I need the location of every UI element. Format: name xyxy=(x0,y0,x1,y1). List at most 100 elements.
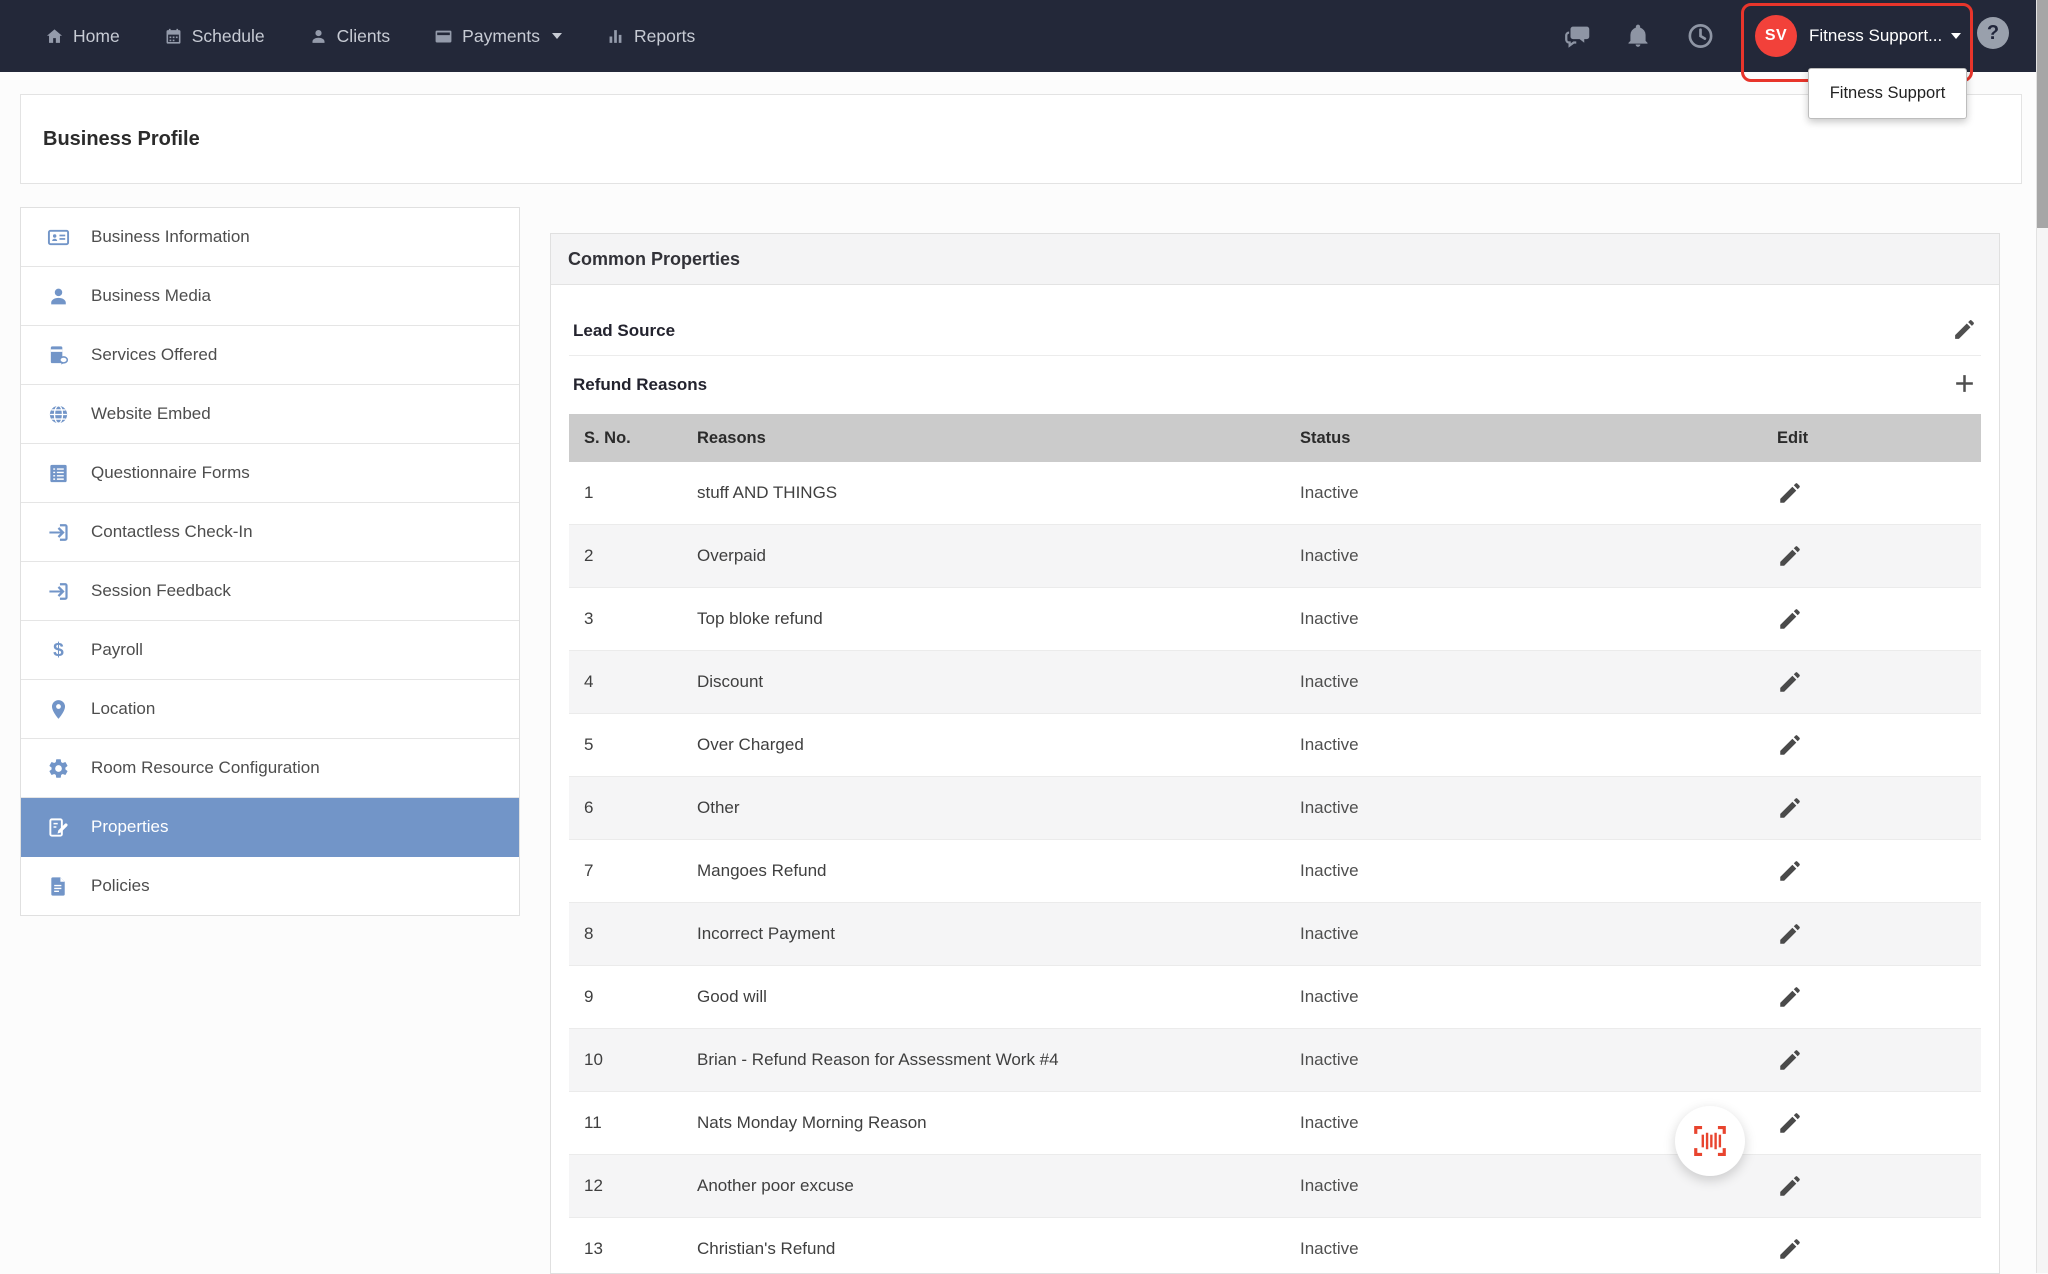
sign-in-icon xyxy=(47,521,70,544)
table-row: 4DiscountInactive xyxy=(569,651,1981,714)
table-row: 7Mangoes RefundInactive xyxy=(569,840,1981,903)
refund-reasons-label: Refund Reasons xyxy=(573,375,707,395)
sidebar-item-label: Room Resource Configuration xyxy=(91,758,320,778)
sidebar-item-properties[interactable]: Properties xyxy=(21,798,519,857)
add-refund-reason-button[interactable] xyxy=(1952,371,1977,399)
nav-schedule-label: Schedule xyxy=(192,26,265,47)
row-status: Inactive xyxy=(1300,861,1777,881)
sidebar-item-policies[interactable]: Policies xyxy=(21,857,519,915)
sidebar-item-website-embed[interactable]: Website Embed xyxy=(21,385,519,444)
sidebar-item-services-offered[interactable]: Services Offered xyxy=(21,326,519,385)
edit-row-button[interactable] xyxy=(1777,606,1803,632)
account-menu[interactable]: Fitness Support... xyxy=(1809,0,1942,72)
sidebar-item-room-resource-configuration[interactable]: Room Resource Configuration xyxy=(21,739,519,798)
pencil-icon xyxy=(1777,921,1803,947)
panel-title: Common Properties xyxy=(568,249,740,270)
svg-text:$: $ xyxy=(53,640,64,661)
chat-icon[interactable] xyxy=(1563,21,1593,51)
row-edit-cell xyxy=(1777,1110,1981,1136)
nav-schedule[interactable]: Schedule xyxy=(164,26,265,47)
row-reason: Another poor excuse xyxy=(697,1176,1300,1196)
page-title-card: Business Profile xyxy=(20,94,2022,184)
sidebar-item-payroll[interactable]: $Payroll xyxy=(21,621,519,680)
avatar[interactable]: SV xyxy=(1755,15,1797,57)
edit-row-button[interactable] xyxy=(1777,543,1803,569)
sidebar-item-label: Properties xyxy=(91,817,168,837)
nav-reports[interactable]: Reports xyxy=(606,26,695,47)
edit-row-button[interactable] xyxy=(1777,732,1803,758)
edit-row-button[interactable] xyxy=(1777,858,1803,884)
scrollbar-track[interactable] xyxy=(2036,0,2048,1273)
row-edit-cell xyxy=(1777,921,1981,947)
sidebar-item-label: Contactless Check-In xyxy=(91,522,253,542)
pencil-icon xyxy=(1777,984,1803,1010)
sidebar-item-questionnaire-forms[interactable]: Questionnaire Forms xyxy=(21,444,519,503)
gear-icon xyxy=(47,757,70,780)
user-icon xyxy=(47,285,70,308)
map-marker-icon xyxy=(47,698,70,721)
edit-row-button[interactable] xyxy=(1777,480,1803,506)
sidebar-item-label: Session Feedback xyxy=(91,581,231,601)
row-number: 8 xyxy=(569,924,697,944)
sidebar-item-contactless-check-in[interactable]: Contactless Check-In xyxy=(21,503,519,562)
sidebar-item-location[interactable]: Location xyxy=(21,680,519,739)
row-reason: Top bloke refund xyxy=(697,609,1300,629)
nav-payments[interactable]: Payments xyxy=(434,26,562,47)
sidebar-item-business-media[interactable]: Business Media xyxy=(21,267,519,326)
sidebar-item-session-feedback[interactable]: Session Feedback xyxy=(21,562,519,621)
sidebar-item-label: Business Information xyxy=(91,227,250,247)
dollar-icon: $ xyxy=(47,639,70,662)
refund-reasons-row: Refund Reasons xyxy=(569,356,1981,414)
column-header-edit: Edit xyxy=(1777,429,1981,448)
help-label: ? xyxy=(1987,22,1999,45)
nav-payments-label: Payments xyxy=(462,26,540,47)
clock-icon[interactable] xyxy=(1686,22,1715,51)
edit-row-button[interactable] xyxy=(1777,921,1803,947)
table-row: 9Good willInactive xyxy=(569,966,1981,1029)
row-number: 13 xyxy=(569,1239,697,1259)
row-status: Inactive xyxy=(1300,924,1777,944)
edit-row-button[interactable] xyxy=(1777,1110,1803,1136)
row-reason: Discount xyxy=(697,672,1300,692)
edit-row-button[interactable] xyxy=(1777,984,1803,1010)
nav-clients[interactable]: Clients xyxy=(309,26,391,47)
row-status: Inactive xyxy=(1300,1239,1777,1259)
top-navbar: Home Schedule Clients Payments Reports S… xyxy=(0,0,2048,72)
table-body: 1stuff AND THINGSInactive2OverpaidInacti… xyxy=(569,462,1981,1274)
scrollbar-thumb[interactable] xyxy=(2037,0,2048,228)
row-reason: Incorrect Payment xyxy=(697,924,1300,944)
pencil-icon xyxy=(1952,317,1977,342)
nav-home[interactable]: Home xyxy=(45,26,120,47)
dropdown-item-fitness-support[interactable]: Fitness Support xyxy=(1830,84,1946,103)
row-status: Inactive xyxy=(1300,1176,1777,1196)
row-edit-cell xyxy=(1777,1173,1981,1199)
bell-icon[interactable] xyxy=(1625,23,1651,49)
edit-row-button[interactable] xyxy=(1777,795,1803,821)
table-row: 8Incorrect PaymentInactive xyxy=(569,903,1981,966)
sidebar-item-business-information[interactable]: Business Information xyxy=(21,208,519,267)
pencil-icon xyxy=(1777,795,1803,821)
row-status: Inactive xyxy=(1300,987,1777,1007)
edit-row-button[interactable] xyxy=(1777,1047,1803,1073)
edit-row-button[interactable] xyxy=(1777,1173,1803,1199)
settings-sidebar: Business Information Business MediaServic… xyxy=(20,207,520,916)
row-edit-cell xyxy=(1777,984,1981,1010)
row-status: Inactive xyxy=(1300,483,1777,503)
table-row: 2OverpaidInactive xyxy=(569,525,1981,588)
row-edit-cell xyxy=(1777,1047,1981,1073)
table-row: 12Another poor excuseInactive xyxy=(569,1155,1981,1218)
edit-row-button[interactable] xyxy=(1777,1236,1803,1262)
edit-row-button[interactable] xyxy=(1777,669,1803,695)
row-status: Inactive xyxy=(1300,735,1777,755)
help-button[interactable]: ? xyxy=(1977,17,2009,49)
chevron-down-icon xyxy=(1951,33,1961,39)
table-row: 1stuff AND THINGSInactive xyxy=(569,462,1981,525)
row-status: Inactive xyxy=(1300,672,1777,692)
barcode-scan-widget[interactable] xyxy=(1675,1106,1745,1176)
bar-chart-icon xyxy=(606,27,625,46)
table-row: 13Christian's RefundInactive xyxy=(569,1218,1981,1274)
common-properties-panel: Common Properties Lead Source Refund Rea… xyxy=(550,233,2000,1274)
edit-lead-source-button[interactable] xyxy=(1952,317,1977,345)
pencil-icon xyxy=(1777,1236,1803,1262)
table-header: S. No. Reasons Status Edit xyxy=(569,414,1981,462)
